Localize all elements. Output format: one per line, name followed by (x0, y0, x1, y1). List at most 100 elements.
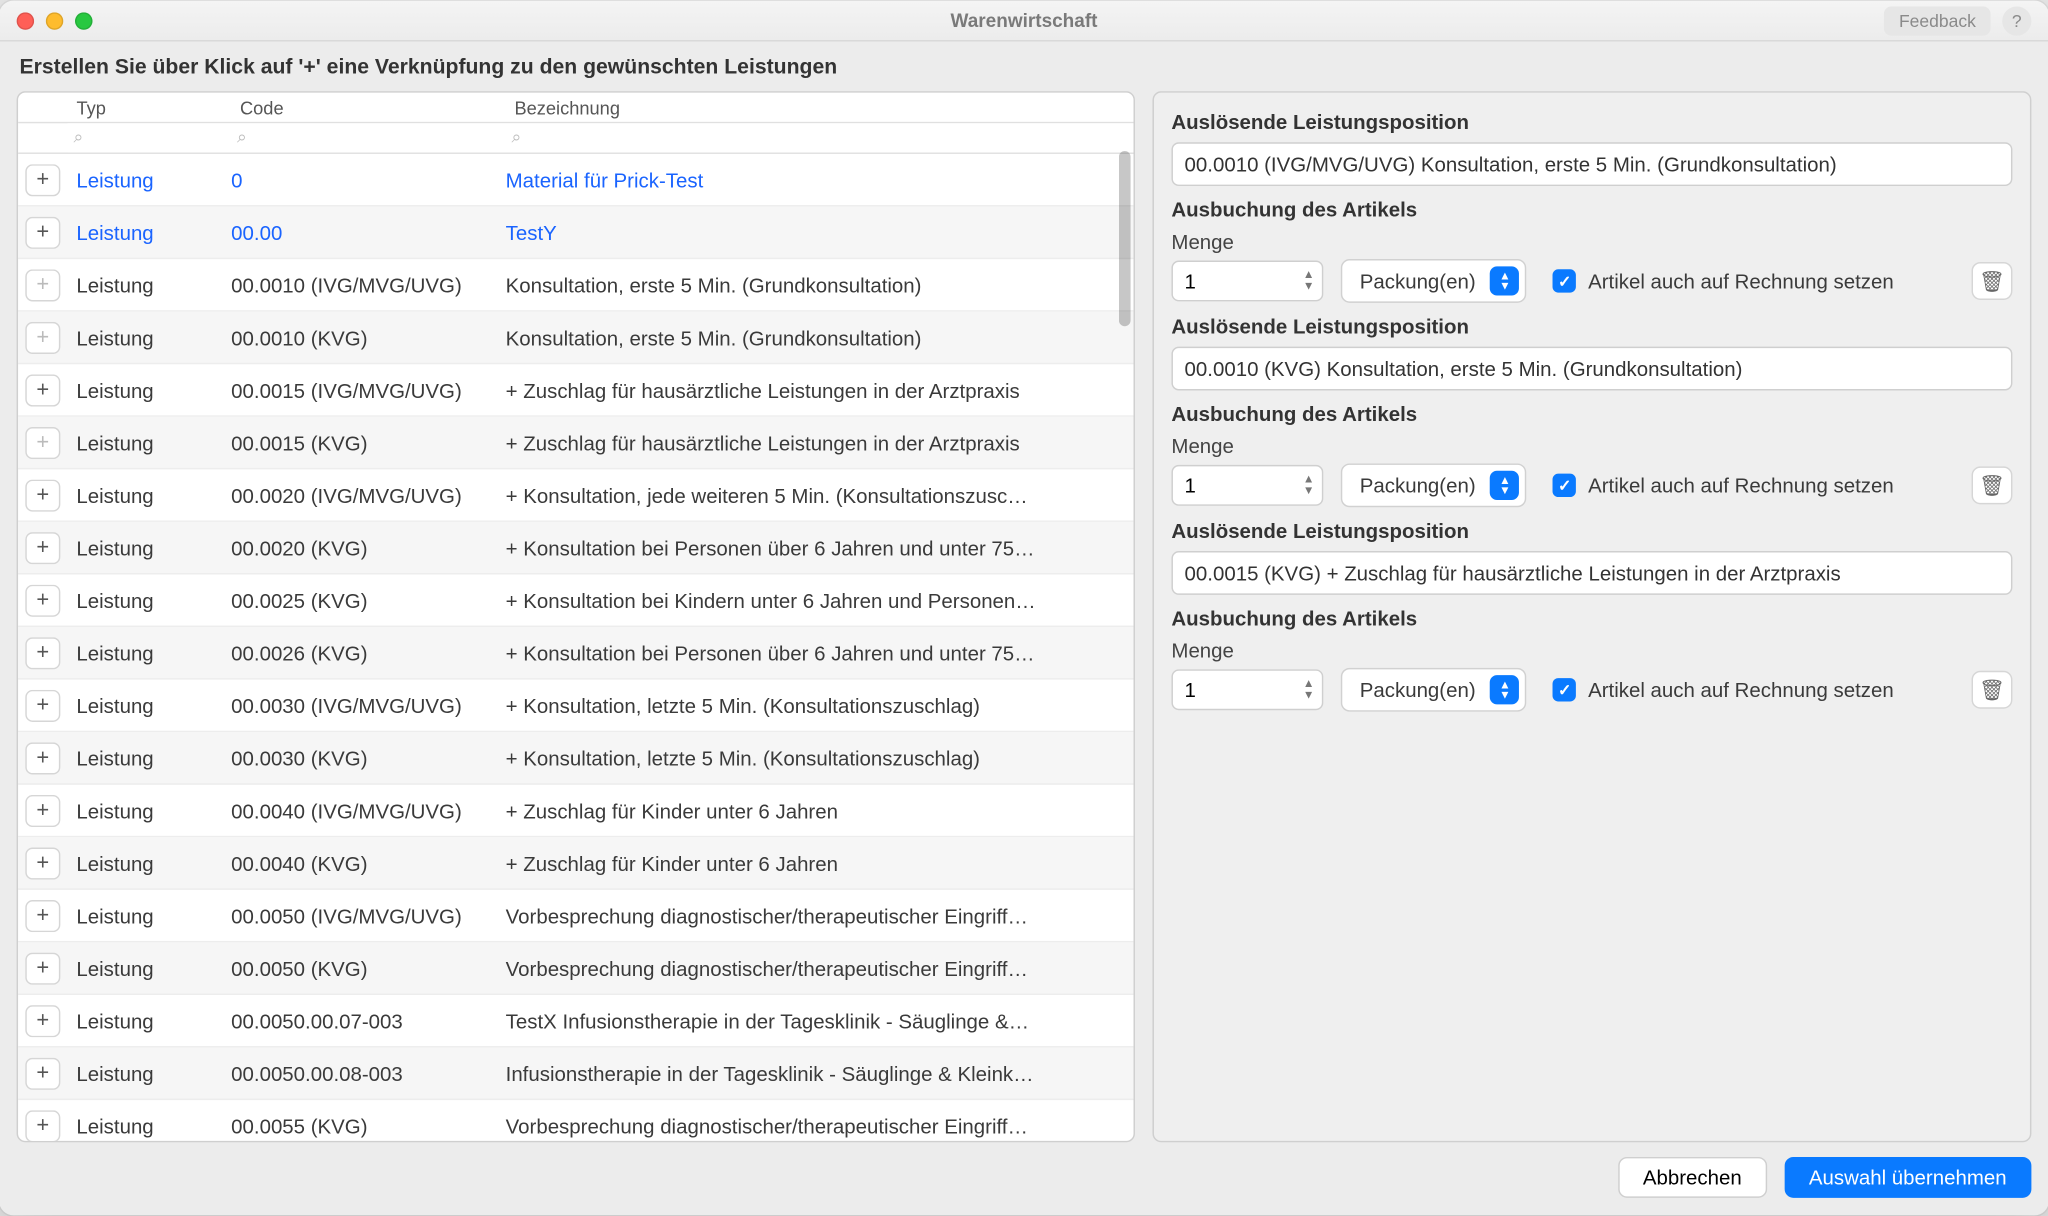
checkbox-checked-icon: ✓ (1553, 269, 1576, 292)
cell-typ: Leistung (68, 1114, 232, 1137)
cell-typ: Leistung (68, 168, 232, 191)
trigger-position-label: Auslösende Leistungsposition (1171, 519, 2012, 542)
cell-code: 00.0025 (KVG) (231, 588, 505, 611)
cancel-button[interactable]: Abbrechen (1618, 1157, 1767, 1198)
detail-block: Auslösende Leistungsposition Ausbuchung d… (1171, 519, 2012, 712)
cell-code: 00.0026 (KVG) (231, 641, 505, 664)
trigger-position-field[interactable] (1171, 142, 2012, 186)
add-link-button[interactable]: + (25, 216, 60, 248)
add-link-button[interactable]: + (25, 374, 60, 406)
invoice-checkbox[interactable]: ✓ Artikel auch auf Rechnung setzen (1553, 474, 1894, 497)
table-row[interactable]: +Leistung00.0050 (KVG)Vorbesprechung dia… (18, 942, 1133, 995)
cell-code: 00.0050 (KVG) (231, 956, 505, 979)
add-link-button[interactable]: + (25, 163, 60, 195)
stepper-arrows-icon[interactable]: ▲▼ (1297, 468, 1320, 503)
add-link-button[interactable]: + (25, 952, 60, 984)
add-link-button[interactable]: + (25, 1004, 60, 1036)
table-row[interactable]: +Leistung00.0050.00.08-003Infusionsthera… (18, 1047, 1133, 1100)
add-link-button[interactable]: + (25, 584, 60, 616)
add-link-button[interactable]: + (25, 1057, 60, 1089)
filter-typ-input[interactable] (68, 123, 232, 152)
cell-typ: Leistung (68, 431, 232, 454)
dialog-footer: Abbrechen Auswahl übernehmen (0, 1142, 2048, 1215)
checkbox-checked-icon: ✓ (1553, 678, 1576, 701)
cell-code: 00.0015 (KVG) (231, 431, 505, 454)
stepper-arrows-icon[interactable]: ▲▼ (1297, 672, 1320, 707)
apply-button[interactable]: Auswahl übernehmen (1784, 1157, 2031, 1198)
filter-code-input[interactable] (231, 123, 505, 152)
cell-bezeichnung: + Zuschlag für hausärztliche Leistungen … (506, 431, 1134, 454)
scrollbar[interactable] (1119, 151, 1131, 326)
cell-code: 00.00 (231, 220, 505, 243)
add-link-button[interactable]: + (25, 794, 60, 826)
add-link-button[interactable]: + (25, 689, 60, 721)
column-header-code[interactable]: Code (231, 93, 505, 122)
chevron-updown-icon: ▲▼ (1490, 266, 1519, 295)
add-link-button[interactable]: + (25, 742, 60, 774)
table-row[interactable]: +Leistung00.0015 (IVG/MVG/UVG)+ Zuschlag… (18, 364, 1133, 417)
add-link-button[interactable]: + (25, 479, 60, 511)
delete-button[interactable]: 🗑 (1972, 671, 2013, 709)
cell-code: 0 (231, 168, 505, 191)
table-row[interactable]: +Leistung00.0026 (KVG)+ Konsultation bei… (18, 627, 1133, 680)
table-row[interactable]: +Leistung00.0020 (IVG/MVG/UVG)+ Konsulta… (18, 469, 1133, 522)
cell-code: 00.0030 (IVG/MVG/UVG) (231, 693, 505, 716)
cell-bezeichnung: Material für Prick-Test (506, 168, 1134, 191)
filter-bezeichnung-input[interactable] (506, 123, 1134, 152)
cell-bezeichnung: + Konsultation, letzte 5 Min. (Konsultat… (506, 746, 1134, 769)
trigger-position-field[interactable] (1171, 347, 2012, 391)
cell-typ: Leistung (68, 799, 232, 822)
cell-typ: Leistung (68, 956, 232, 979)
table-row[interactable]: +Leistung00.0050.00.07-003TestX Infusion… (18, 995, 1133, 1048)
cell-typ: Leistung (68, 220, 232, 243)
cell-code: 00.0015 (IVG/MVG/UVG) (231, 378, 505, 401)
stepper-arrows-icon[interactable]: ▲▼ (1297, 263, 1320, 298)
unit-select[interactable]: Packung(en)▲▼ (1341, 259, 1527, 303)
unit-select[interactable]: Packung(en)▲▼ (1341, 668, 1527, 712)
column-header-bezeichnung[interactable]: Bezeichnung (506, 93, 1134, 122)
cell-bezeichnung: Vorbesprechung diagnostischer/therapeuti… (506, 1114, 1134, 1137)
add-link-button[interactable]: + (25, 636, 60, 668)
table-row[interactable]: +Leistung00.0040 (IVG/MVG/UVG)+ Zuschlag… (18, 785, 1133, 838)
quantity-stepper[interactable]: ▲▼ (1171, 669, 1323, 710)
table-row[interactable]: +Leistung00.0030 (IVG/MVG/UVG)+ Konsulta… (18, 680, 1133, 733)
trigger-position-field[interactable] (1171, 551, 2012, 595)
trigger-position-label: Auslösende Leistungsposition (1171, 315, 2012, 338)
table-row[interactable]: +Leistung00.0040 (KVG)+ Zuschlag für Kin… (18, 837, 1133, 890)
unit-select[interactable]: Packung(en)▲▼ (1341, 463, 1527, 507)
table-row[interactable]: +Leistung00.0015 (KVG)+ Zuschlag für hau… (18, 417, 1133, 470)
quantity-stepper[interactable]: ▲▼ (1171, 261, 1323, 302)
delete-button[interactable]: 🗑 (1972, 466, 2013, 504)
cell-code: 00.0030 (KVG) (231, 746, 505, 769)
cell-typ: Leistung (68, 746, 232, 769)
booking-label: Ausbuchung des Artikels (1171, 607, 2012, 630)
cell-bezeichnung: + Zuschlag für Kinder unter 6 Jahren (506, 851, 1134, 874)
add-link-button[interactable]: + (25, 847, 60, 879)
cell-code: 00.0020 (IVG/MVG/UVG) (231, 483, 505, 506)
invoice-checkbox[interactable]: ✓ Artikel auch auf Rechnung setzen (1553, 678, 1894, 701)
add-link-button[interactable]: + (25, 899, 60, 931)
table-row[interactable]: +Leistung00.00TestY (18, 207, 1133, 260)
table-row[interactable]: + Leistung0Material für Prick-Test (18, 154, 1133, 207)
table-row[interactable]: +Leistung00.0010 (IVG/MVG/UVG)Konsultati… (18, 259, 1133, 312)
checkbox-checked-icon: ✓ (1553, 474, 1576, 497)
add-link-button[interactable]: + (25, 1110, 60, 1141)
delete-button[interactable]: 🗑 (1972, 262, 2013, 300)
cell-bezeichnung: + Konsultation, jede weiteren 5 Min. (Ko… (506, 483, 1134, 506)
invoice-checkbox-label: Artikel auch auf Rechnung setzen (1588, 474, 1894, 497)
table-row[interactable]: +Leistung00.0010 (KVG)Konsultation, erst… (18, 312, 1133, 365)
table-row[interactable]: + Leistung00.0025 (KVG)+ Konsultation bei… (18, 574, 1133, 627)
column-header-typ[interactable]: Typ (68, 93, 232, 122)
quantity-stepper[interactable]: ▲▼ (1171, 465, 1323, 506)
invoice-checkbox[interactable]: ✓Artikel auch auf Rechnung setzen (1553, 269, 1894, 292)
table-row[interactable]: +Leistung00.0020 (KVG)+ Konsultation bei… (18, 522, 1133, 575)
table-row[interactable]: +Leistung00.0055 (KVG)Vorbesprechung dia… (18, 1100, 1133, 1141)
add-link-button[interactable]: + (25, 531, 60, 563)
cell-bezeichnung: + Konsultation bei Kindern unter 6 Jahre… (506, 588, 1134, 611)
cell-code: 00.0040 (KVG) (231, 851, 505, 874)
detail-block: Auslösende LeistungspositionAusbuchung d… (1171, 110, 2012, 303)
table-row[interactable]: +Leistung00.0050 (IVG/MVG/UVG)Vorbesprec… (18, 890, 1133, 943)
invoice-checkbox-label: Artikel auch auf Rechnung setzen (1588, 678, 1894, 701)
table-row[interactable]: + Leistung00.0030 (KVG)+ Konsultation, le… (18, 732, 1133, 785)
cell-typ: Leistung (68, 588, 232, 611)
